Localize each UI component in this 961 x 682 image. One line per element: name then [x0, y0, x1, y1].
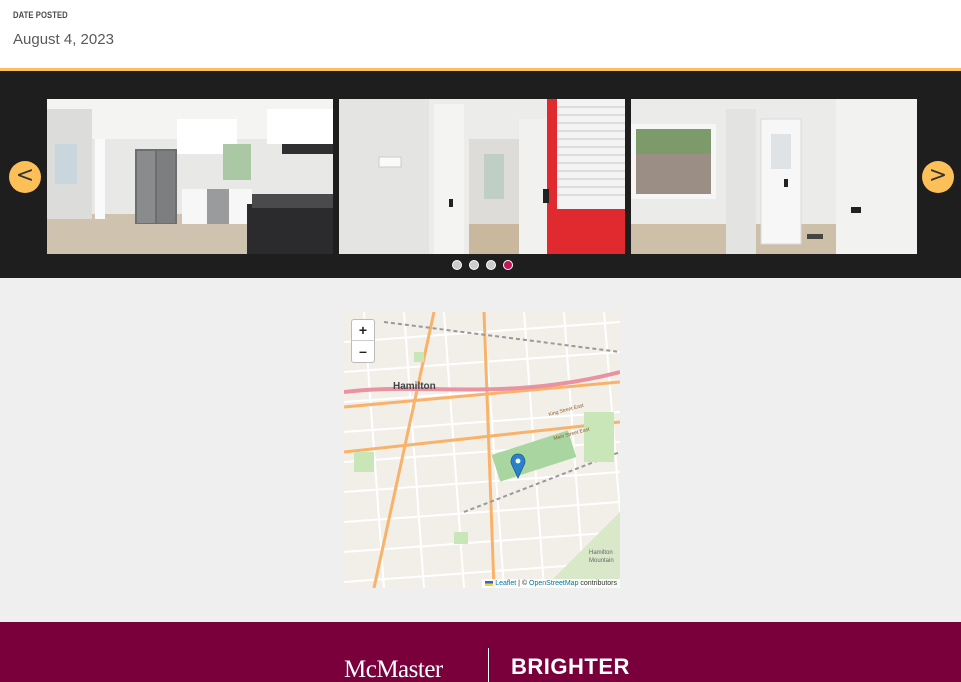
site-footer: McMaster BRIGHTER [0, 622, 961, 682]
carousel-pagination [452, 260, 513, 270]
carousel-dot-3[interactable] [486, 260, 496, 270]
hallway-photo [339, 99, 625, 254]
carousel-dot-1[interactable] [452, 260, 462, 270]
kitchen-photo [47, 99, 333, 254]
carousel-next-button[interactable]: > [922, 161, 954, 193]
logo-divider [488, 648, 489, 682]
ukraine-flag-icon [485, 580, 494, 586]
map-attribution: Leaflet | © OpenStreetMap contributors [482, 579, 620, 588]
date-posted-label: DATE POSTED [13, 10, 68, 20]
carousel-dot-2[interactable] [469, 260, 479, 270]
carousel-slide-entry[interactable] [631, 99, 917, 254]
area-label-hamilton: Hamilton [589, 550, 613, 556]
photo-carousel: < > [0, 71, 961, 278]
carousel-slide-kitchen[interactable] [47, 99, 333, 254]
mcmaster-logo[interactable]: McMaster [344, 656, 443, 682]
osm-link[interactable]: OpenStreetMap [529, 580, 578, 587]
brighter-world-tagline: BRIGHTER [511, 654, 630, 679]
map-tiles: King Street East Main Street East Hamilt… [344, 312, 620, 588]
leaflet-link[interactable]: Leaflet [495, 580, 516, 587]
attribution-contributors: contributors [578, 580, 617, 587]
attribution-separator: | © [516, 580, 530, 587]
zoom-in-button[interactable]: + [352, 320, 374, 341]
map-zoom-control: + – [351, 319, 375, 363]
entry-photo [631, 99, 917, 254]
zoom-out-button[interactable]: – [352, 341, 374, 362]
date-posted-value: August 4, 2023 [13, 31, 114, 48]
map-city-label: Hamilton [393, 381, 436, 392]
area-label-mountain: Mountain [589, 558, 614, 564]
location-map[interactable]: King Street East Main Street East Hamilt… [344, 312, 620, 588]
listing-header: DATE POSTED August 4, 2023 [0, 0, 961, 68]
carousel-prev-button[interactable]: < [9, 161, 41, 193]
carousel-slide-hallway[interactable] [339, 99, 625, 254]
carousel-dot-4-active[interactable] [503, 260, 513, 270]
